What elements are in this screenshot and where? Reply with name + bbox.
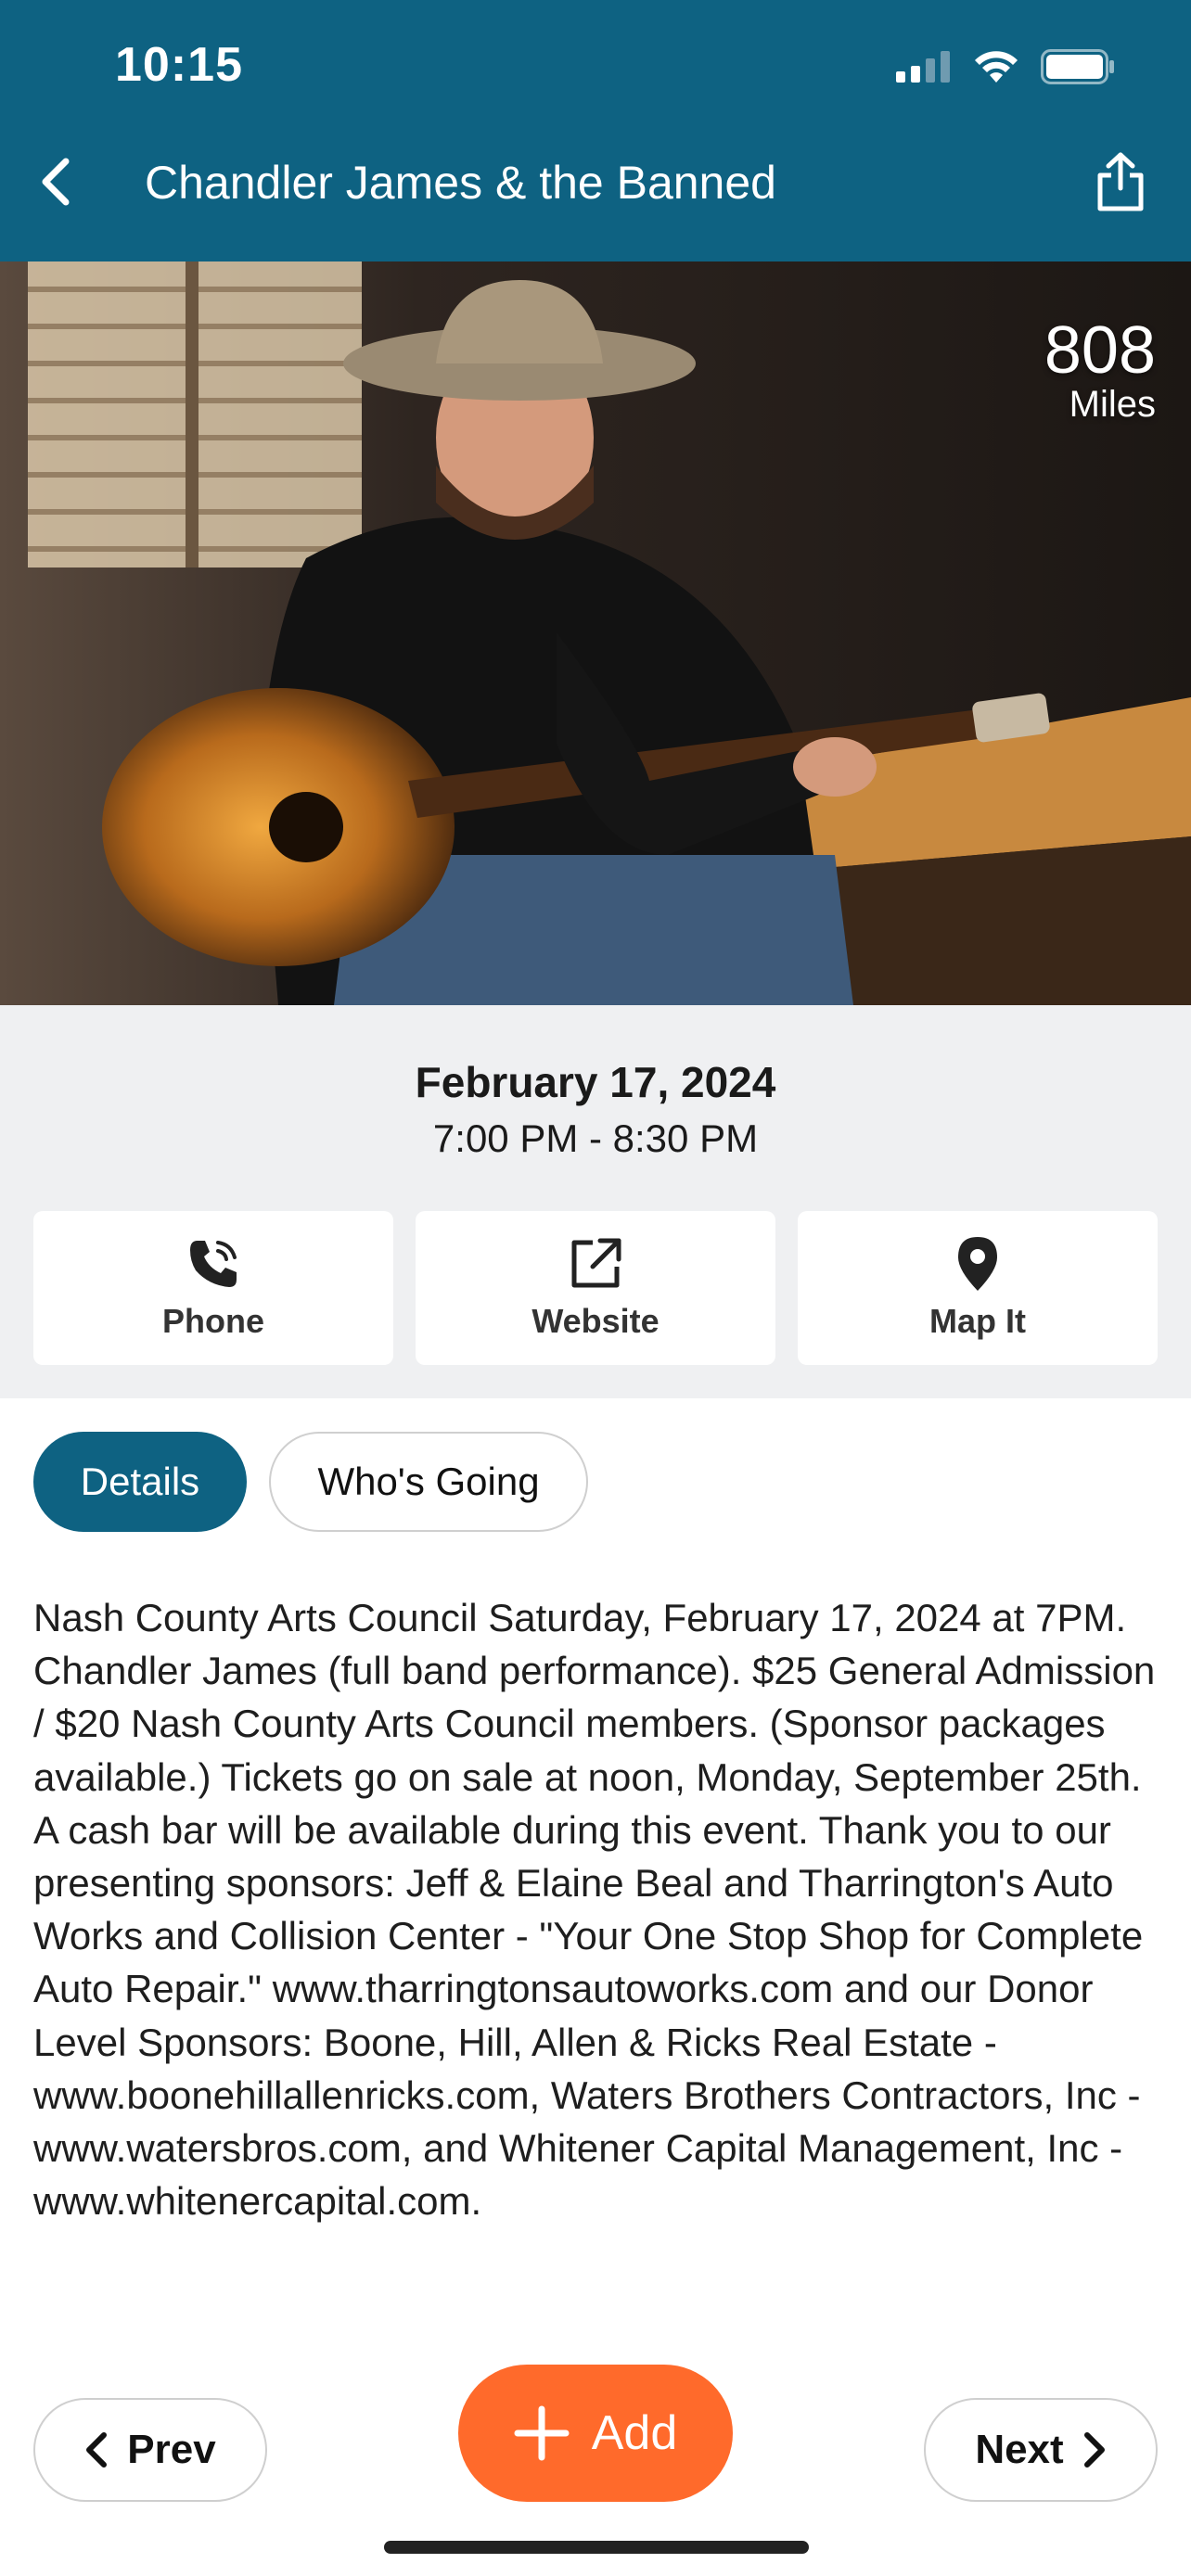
distance-unit: Miles [1069,384,1156,425]
map-pin-icon [958,1237,997,1291]
page-title: Chandler James & the Banned [145,157,776,209]
plus-icon [514,2405,570,2461]
back-button[interactable] [28,148,83,215]
app-header: 10:15 Chandler James & the Banned [0,0,1191,261]
event-photo: 808 Miles [0,261,1191,1005]
tab-details[interactable]: Details [33,1432,247,1532]
chevron-right-icon [1083,2432,1105,2468]
add-button[interactable]: Add [458,2365,733,2502]
status-time: 10:15 [115,38,243,92]
prev-label: Prev [127,2427,216,2472]
detail-tabs: Details Who's Going [33,1432,588,1536]
share-icon [1097,152,1144,211]
next-label: Next [975,2427,1064,2472]
next-button[interactable]: Next [924,2398,1158,2502]
chevron-left-icon [42,158,70,206]
map-it-button[interactable]: Map It [798,1211,1158,1365]
add-label: Add [591,2406,678,2460]
status-icons [896,46,1115,87]
distance-value: 808 [1044,313,1156,388]
website-label: Website [531,1302,660,1340]
prev-button[interactable]: Prev [33,2398,267,2502]
event-time: 7:00 PM - 8:30 PM [432,1116,759,1160]
phone-button[interactable]: Phone [33,1211,393,1365]
tab-whos-going[interactable]: Who's Going [269,1432,588,1532]
performer-photo [0,261,1191,1005]
phone-label: Phone [161,1302,264,1340]
event-date: February 17, 2024 [415,1058,776,1106]
battery-icon [1041,49,1114,84]
event-description: Nash County Arts Council Saturday, Febru… [33,1596,1156,2224]
share-button[interactable] [1087,145,1154,219]
distance-badge: 808 Miles [1044,317,1156,423]
chevron-left-icon [86,2432,108,2468]
wifi-icon [975,51,1018,83]
event-info-panel: February 17, 2024 7:00 PM - 8:30 PM Phon… [0,1005,1191,1398]
home-indicator [384,2541,809,2554]
signal-icon [896,51,950,83]
map-it-label: Map It [929,1302,1026,1340]
phone-icon [190,1241,237,1287]
website-button[interactable]: Website [416,1211,775,1365]
external-link-icon [571,1238,621,1288]
action-row: Phone Website Map It [33,1211,1158,1365]
